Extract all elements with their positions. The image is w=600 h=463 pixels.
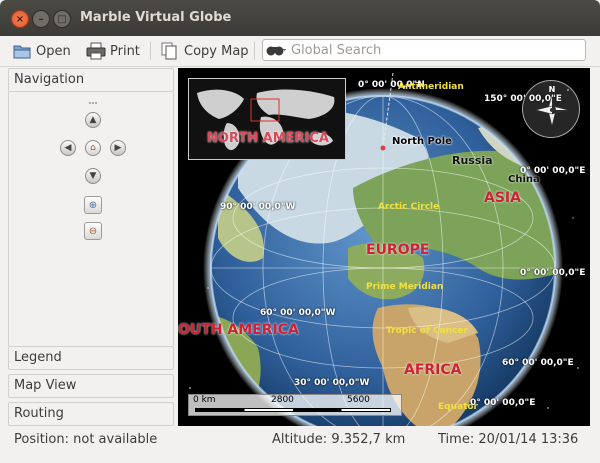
maximize-icon: □ xyxy=(57,13,67,25)
legend-label: Legend xyxy=(14,350,62,365)
navigation-panel: ▲ ◀ ⌂ ▶ ▼ ⊕ ⊖ xyxy=(8,92,174,346)
status-bar: Position: not available Altitude: 9.352,… xyxy=(0,428,600,452)
copy-icon xyxy=(161,42,177,60)
zoom-out-icon: ⊖ xyxy=(88,225,98,237)
home-icon: ⌂ xyxy=(90,143,96,153)
map-label-coord-sw: 60° 00' 00,0"W xyxy=(260,308,336,318)
pan-left-button[interactable]: ◀ xyxy=(60,140,76,156)
navigation-panel-header[interactable]: Navigation xyxy=(8,68,174,92)
overview-north-america-label: NORTH AMERICA xyxy=(207,131,329,146)
overview-map[interactable]: NORTH AMERICA xyxy=(188,78,346,160)
map-label-coord-bottom: 30° 00' 00,0"W xyxy=(294,378,370,388)
map-label-arctic-circle: Arctic Circle xyxy=(378,202,440,212)
open-button[interactable]: Open xyxy=(12,40,71,62)
scale-bar: 0 km 2800 5600 xyxy=(188,394,402,416)
map-label-asia: ASIA xyxy=(484,190,521,206)
pan-up-button[interactable]: ▲ xyxy=(85,112,101,128)
navigation-label: Navigation xyxy=(14,72,85,87)
minimize-window-button[interactable]: – xyxy=(32,10,50,28)
open-label: Open xyxy=(36,43,71,59)
zoom-in-icon: ⊕ xyxy=(88,199,98,211)
pan-right-button[interactable]: ▶ xyxy=(110,140,126,156)
copy-map-button[interactable]: Copy Map xyxy=(160,40,249,62)
scale-label-2: 5600 xyxy=(347,395,370,405)
status-altitude: Altitude: 9.352,7 km xyxy=(272,432,406,447)
printer-icon xyxy=(86,42,106,60)
map-label-prime-meridian: Prime Meridian xyxy=(366,282,444,292)
north-pole-marker xyxy=(380,145,386,151)
zoom-in-button[interactable]: ⊕ xyxy=(84,196,102,214)
map-label-coord-right-4: 0° 00' 00,0"E xyxy=(470,398,536,408)
legend-panel-header[interactable]: Legend xyxy=(8,346,174,370)
minimize-icon: – xyxy=(38,13,44,25)
map-view-label: Map View xyxy=(14,378,77,393)
status-position: Position: not available xyxy=(14,432,158,447)
title-bar: × – □ Marble Virtual Globe xyxy=(0,0,600,36)
map-label-africa: AFRICA xyxy=(404,362,462,378)
arrow-down-icon: ▼ xyxy=(89,171,97,181)
map-label-south-america: OUTH AMERICA xyxy=(178,322,299,338)
arrow-left-icon: ◀ xyxy=(64,143,72,153)
print-label: Print xyxy=(110,43,140,59)
open-folder-icon xyxy=(13,45,31,59)
arrow-right-icon: ▶ xyxy=(114,143,122,153)
marble-window: × – □ Marble Virtual Globe Open Print Co… xyxy=(0,0,600,463)
map-view-panel-header[interactable]: Map View xyxy=(8,374,174,398)
copy-map-label: Copy Map xyxy=(184,43,249,59)
pan-down-button[interactable]: ▼ xyxy=(85,168,101,184)
map-label-north-pole: North Pole xyxy=(392,136,452,147)
map-label-coord-right-2: 0° 00' 00,0"E xyxy=(520,268,586,278)
map-label-russia: Russia xyxy=(452,154,493,167)
globe-map-view[interactable]: NORTH AMERICA N 0° 00' 00,0"N Antimeridi… xyxy=(178,68,590,426)
maximize-window-button[interactable]: □ xyxy=(53,10,71,28)
binoculars-icon xyxy=(266,46,286,56)
search-placeholder: Global Search xyxy=(291,43,382,58)
compass-icon: N xyxy=(535,85,569,127)
map-label-coord-right-1: 0° 00' 00,0"E xyxy=(520,166,586,176)
map-label-antimeridian: Antimeridian xyxy=(398,82,464,92)
print-button[interactable]: Print xyxy=(86,40,140,62)
map-label-coord-top-right: 150° 00' 00,0"E xyxy=(484,94,562,104)
global-search-input[interactable]: Global Search xyxy=(262,39,586,61)
sidebar: Navigation ▲ ◀ ⌂ ▶ ▼ ⊕ ⊖ Legend Map View… xyxy=(8,68,174,426)
close-icon: × xyxy=(15,13,25,25)
zoom-out-button[interactable]: ⊖ xyxy=(84,222,102,240)
arrow-up-icon: ▲ xyxy=(89,115,97,125)
status-time: Time: 20/01/14 13:36 xyxy=(438,432,579,447)
compass-rose[interactable]: N xyxy=(522,80,580,138)
toolbar-separator xyxy=(254,42,255,60)
map-label-europe: EUROPE xyxy=(366,242,430,258)
scale-label-1: 2800 xyxy=(271,395,294,405)
home-button[interactable]: ⌂ xyxy=(85,140,101,156)
scale-label-0: 0 km xyxy=(193,395,216,405)
routing-panel-header[interactable]: Routing xyxy=(8,402,174,426)
drag-handle[interactable] xyxy=(89,102,97,106)
map-label-tropic-of-cancer: Tropic of Cancer xyxy=(386,326,468,336)
map-label-coord-right-3: 60° 00' 00,0"E xyxy=(502,358,574,368)
toolbar-separator xyxy=(150,42,151,60)
svg-text:N: N xyxy=(549,85,556,94)
routing-label: Routing xyxy=(14,406,64,421)
scale-bar-segments xyxy=(195,408,391,412)
map-label-coord-left: 90° 00' 00,0"W xyxy=(220,202,296,212)
window-title: Marble Virtual Globe xyxy=(80,10,232,25)
close-window-button[interactable]: × xyxy=(11,10,29,28)
world-overview-icon xyxy=(189,79,345,159)
